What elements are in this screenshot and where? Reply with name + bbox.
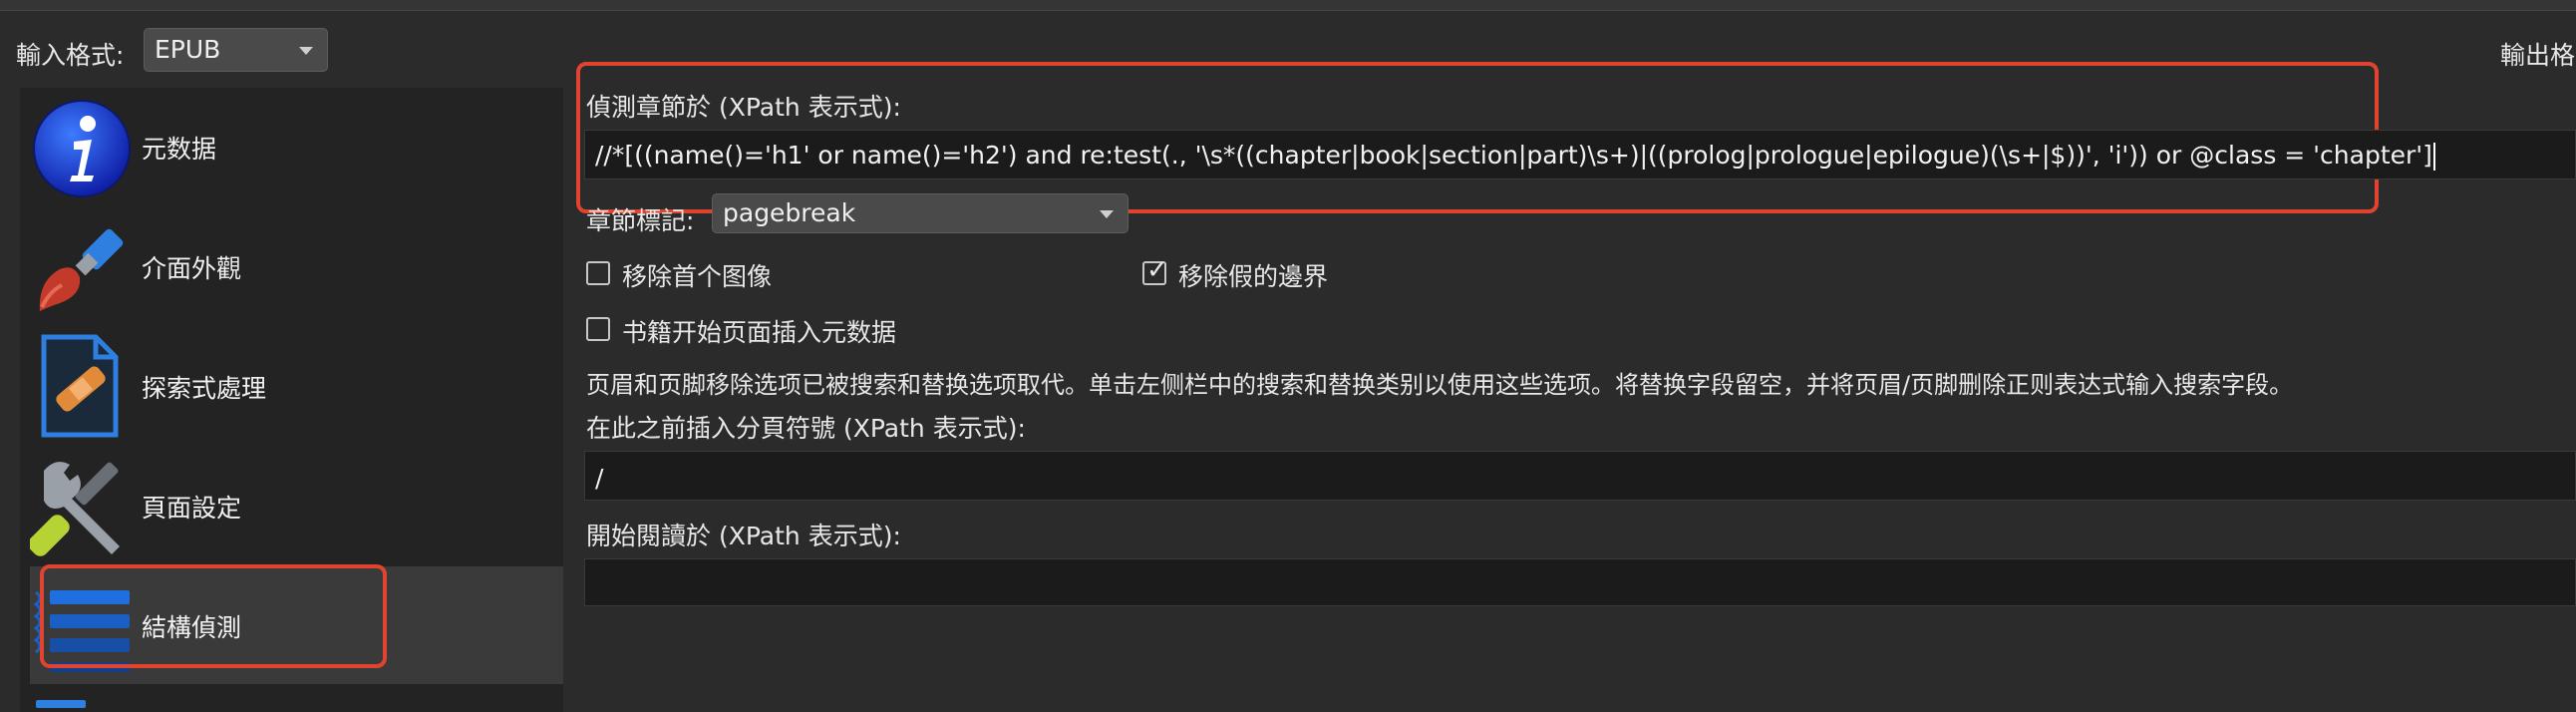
sidebar-highlight-box (40, 564, 387, 668)
input-format-select[interactable]: EPUB (144, 28, 328, 72)
sidebar-item-heuristics[interactable]: 探索式處理 (30, 327, 563, 445)
chapter-mark-label: 章節標記: (586, 206, 695, 235)
sidebar-item-metadata[interactable]: 元数据 (30, 88, 563, 205)
page-break-input[interactable]: / (584, 451, 2576, 501)
checkmark-icon: ✓ (1146, 255, 1168, 285)
paintbrush-icon (39, 228, 124, 311)
chapter-mark-select[interactable]: pagebreak (712, 193, 1128, 233)
input-format-value: EPUB (155, 35, 221, 64)
sidebar-next-item-icon (36, 700, 86, 708)
window-top-bar (0, 0, 2576, 11)
remove-first-image-label: 移除首个图像 (622, 262, 773, 291)
info-icon (33, 100, 131, 197)
remove-fake-margins-checkbox[interactable]: ✓ (1142, 255, 1168, 285)
output-format-label: 輸出格 (2500, 41, 2576, 70)
start-reading-label: 開始閱讀於 (XPath 表示式): (586, 522, 901, 550)
sidebar-item-label: 探索式處理 (142, 374, 267, 403)
insert-metadata-label: 书籍开始页面插入元数据 (622, 318, 897, 347)
detect-chapters-input[interactable]: //*[((name()='h1' or name()='h2') and re… (584, 130, 2576, 179)
input-format-label: 輸入格式: (16, 41, 125, 70)
sidebar-item-label: 介面外觀 (142, 254, 242, 283)
tools-icon (30, 462, 120, 556)
page-break-label: 在此之前插入分頁符號 (XPath 表示式): (586, 414, 1026, 443)
remove-fake-margins-label: 移除假的邊界 (1178, 262, 1329, 291)
text-cursor (2432, 143, 2435, 171)
chevron-down-icon (299, 47, 313, 55)
document-bandage-icon (41, 334, 119, 438)
header-footer-note: 页眉和页脚移除选项已被搜索和替换选项取代。单击左侧栏中的搜索和替换类别以使用这些… (586, 371, 2294, 399)
page-break-value: / (595, 464, 604, 493)
insert-metadata-checkbox[interactable] (586, 317, 610, 341)
detect-chapters-label: 偵測章節於 (XPath 表示式): (586, 93, 901, 122)
sidebar-item-label: 元数据 (142, 135, 217, 164)
sidebar-item-page-setup[interactable]: 頁面設定 (30, 447, 563, 564)
sidebar-item-look-and-feel[interactable]: 介面外觀 (30, 207, 563, 325)
chapter-mark-value: pagebreak (723, 198, 856, 227)
detect-chapters-value: //*[((name()='h1' or name()='h2') and re… (595, 141, 2432, 170)
start-reading-input[interactable] (584, 558, 2576, 606)
sidebar-item-label: 頁面設定 (142, 494, 242, 523)
remove-first-image-checkbox[interactable] (586, 261, 610, 285)
chevron-down-icon (1100, 210, 1114, 218)
